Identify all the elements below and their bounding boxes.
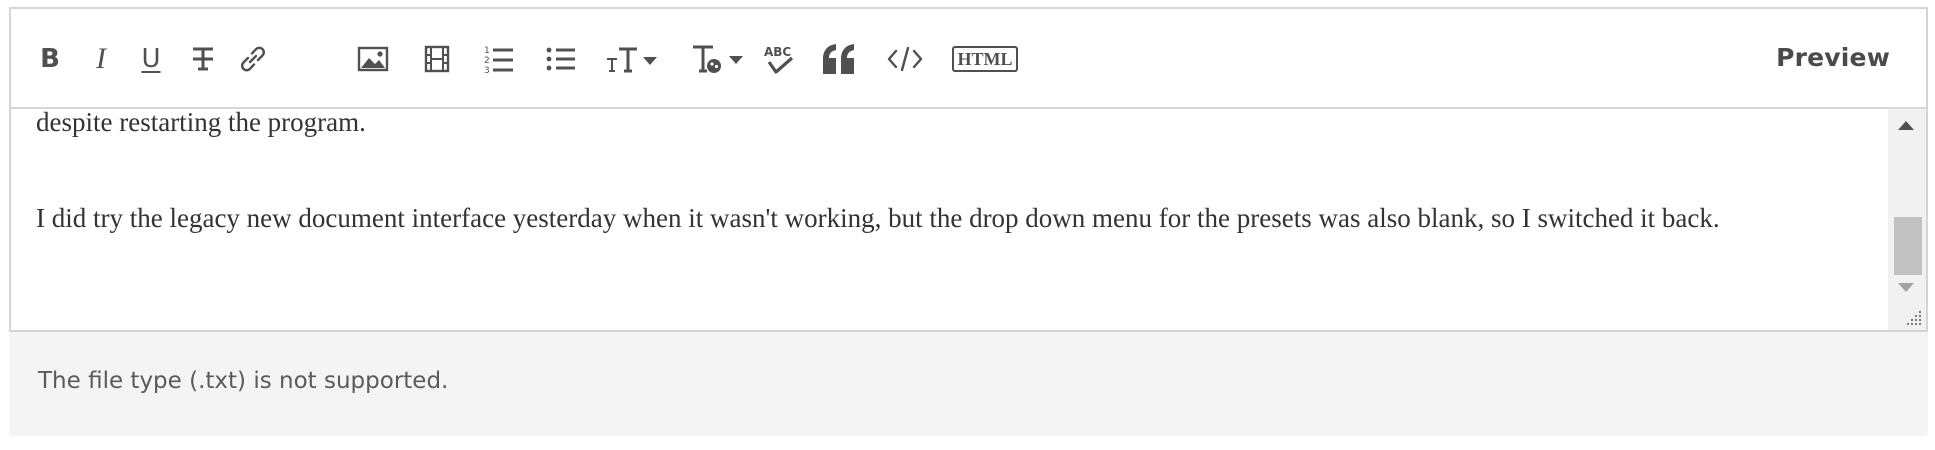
code-icon [887,46,923,72]
svg-text:1: 1 [484,46,490,56]
video-icon [424,45,450,73]
numbered-list-icon: 1 2 3 [484,46,513,75]
svg-text:2: 2 [484,56,490,66]
editor-toolbar: B I U 1 2 3 ABC HTML Preview [11,9,1926,109]
blockquote-button[interactable] [817,39,861,79]
bulleted-list-icon [546,47,575,71]
rich-text-editor: B I U 1 2 3 ABC HTML Preview despite res… [9,7,1928,332]
resize-grip-icon[interactable] [1906,310,1922,326]
svg-text:3: 3 [484,66,490,75]
image-icon [357,46,389,72]
svg-text:ABC: ABC [764,45,791,59]
file-type-notice: The file type (.txt) is not supported. [9,332,1928,436]
bold-button[interactable]: B [25,39,75,79]
notice-message: The file type (.txt) is not supported. [38,368,449,394]
scrollbar-thumb[interactable] [1894,217,1922,275]
strikethrough-button[interactable] [181,39,225,79]
font-size-button[interactable] [601,39,665,79]
quote-icon [823,44,854,74]
font-size-icon [607,47,657,73]
text-style-button[interactable] [687,39,751,79]
text-style-icon [693,45,743,73]
strikethrough-icon [193,47,213,71]
spell-check-icon: ABC [764,45,794,74]
content-paragraph: I did try the legacy new document interf… [36,203,1720,233]
insert-image-button[interactable] [351,39,395,79]
editor-scrollbar[interactable] [1888,109,1926,330]
html-button[interactable]: HTML [947,39,1023,79]
insert-link-button[interactable] [231,39,275,79]
scroll-down-arrow-icon[interactable] [1898,283,1914,292]
scroll-up-arrow-icon[interactable] [1898,121,1914,130]
italic-icon: I [96,42,106,75]
bold-icon: B [40,44,60,74]
spell-check-button[interactable]: ABC [757,39,801,79]
underline-button[interactable]: U [129,39,173,79]
editor-content[interactable]: despite restarting the program. I did tr… [11,109,1888,330]
content-paragraph: despite restarting the program. [36,109,366,137]
underline-icon: U [141,44,161,74]
html-icon: HTML [952,46,1018,72]
bulleted-list-button[interactable] [539,39,583,79]
numbered-list-button[interactable]: 1 2 3 [477,39,521,79]
link-icon [240,46,266,72]
insert-video-button[interactable] [415,39,459,79]
preview-button[interactable]: Preview [1776,43,1890,72]
code-button[interactable] [881,39,929,79]
italic-button[interactable]: I [79,39,123,79]
